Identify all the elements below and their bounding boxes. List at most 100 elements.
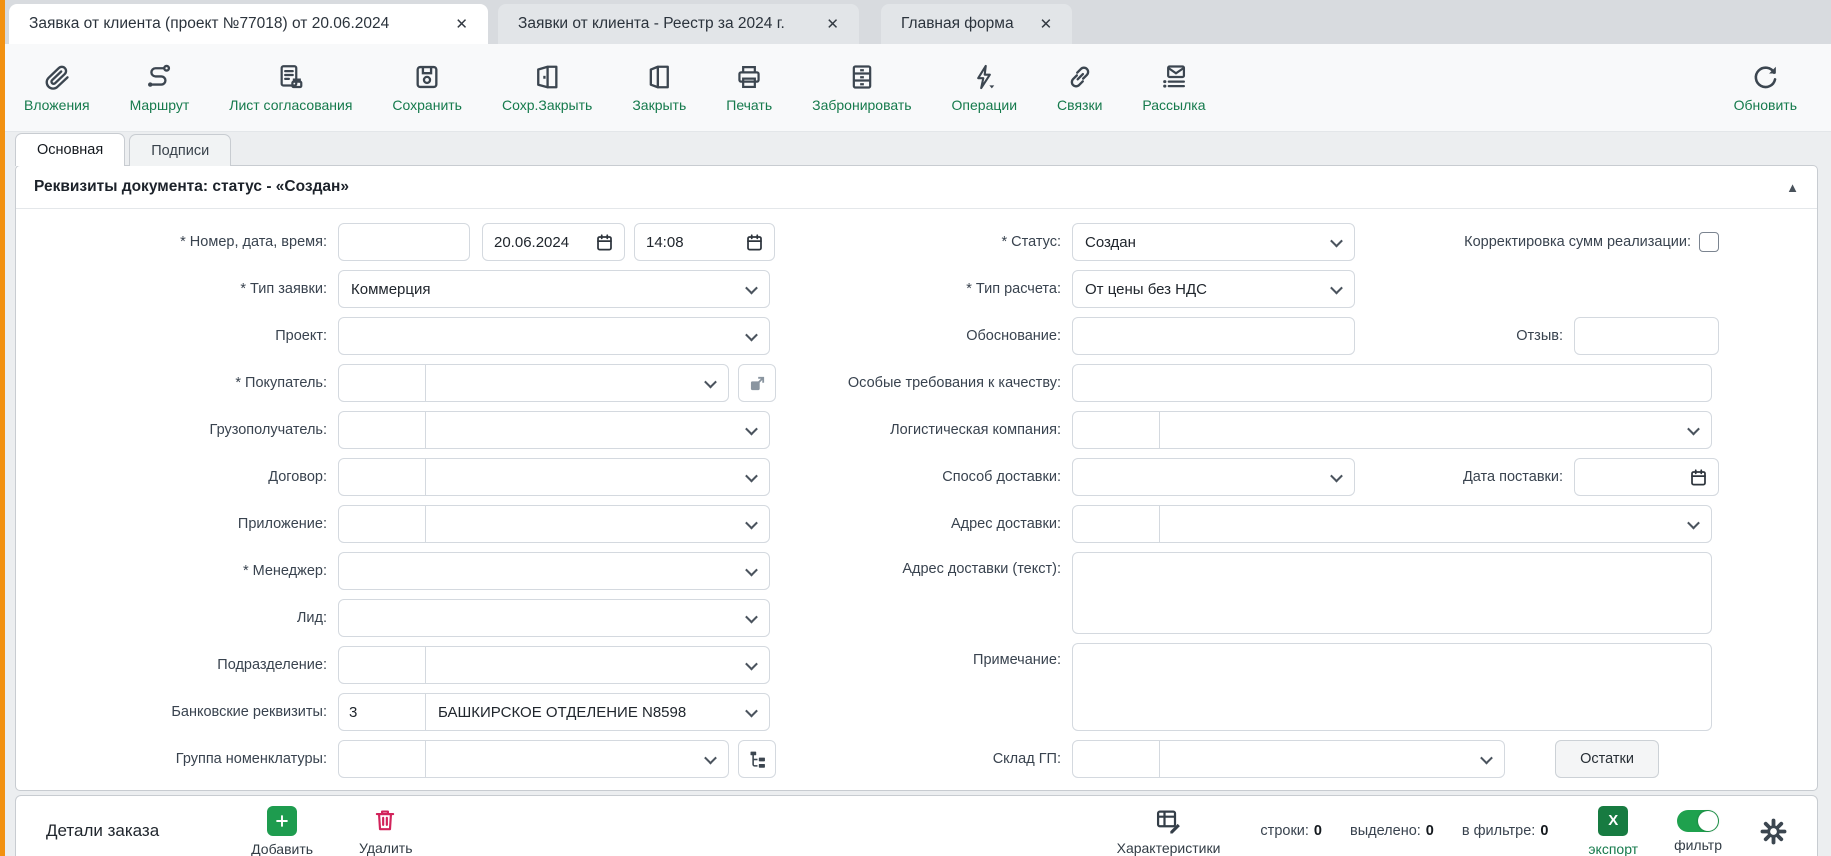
tab-main[interactable]: Основная [15, 133, 125, 166]
delete-row-button[interactable]: Удалить [359, 807, 412, 856]
close-button[interactable]: Закрыть [632, 63, 686, 113]
field-label: Банковские реквизиты: [26, 704, 338, 720]
justification-input[interactable] [1072, 317, 1355, 355]
project-dropdown[interactable] [338, 317, 770, 355]
approval-sheet-button[interactable]: Лист согласования [229, 63, 352, 113]
delivery-address-code-field[interactable] [1073, 506, 1160, 542]
field-label: Группа номенклатуры: [26, 751, 338, 767]
operations-button[interactable]: Операции [952, 63, 1018, 113]
review-input[interactable] [1574, 317, 1719, 355]
note-textarea[interactable] [1072, 643, 1712, 731]
form-column-right: * Статус: Создан Корректировка сумм реал… [828, 223, 1797, 787]
quality-requirements-input[interactable] [1072, 364, 1712, 402]
delivery-method-dropdown[interactable] [1072, 458, 1355, 496]
chevron-down-icon [1330, 469, 1343, 482]
tab-signatures[interactable]: Подписи [129, 134, 231, 166]
tab-close-icon[interactable]: ✕ [826, 15, 839, 33]
department-code-field[interactable] [339, 647, 426, 683]
plus-icon [267, 806, 297, 836]
consignee-dropdown[interactable] [426, 412, 769, 448]
nomenclature-tree-button[interactable] [738, 740, 776, 778]
document-date-picker[interactable]: 20.06.2024 [482, 223, 625, 261]
chevron-down-icon [745, 657, 758, 670]
correction-checkbox[interactable] [1699, 232, 1719, 252]
bank-details-combo: БАШКИРСКОЕ ОТДЕЛЕНИЕ N8598 [338, 693, 770, 731]
refresh-button[interactable]: Обновить [1734, 63, 1797, 113]
nomenclature-dropdown[interactable] [426, 741, 728, 777]
links-button[interactable]: Связки [1057, 63, 1102, 113]
tab-label: Заявка от клиента (проект №77018) от 20.… [29, 15, 389, 33]
requisites-form: * Номер, дата, время: 20.06.2024 14:08 *… [16, 209, 1817, 787]
buyer-dropdown[interactable] [426, 365, 728, 401]
dropdown-value: Создан [1085, 234, 1136, 251]
row-calc-type: * Тип расчета: От цены без НДС [828, 270, 1719, 308]
tab-main-form[interactable]: Главная форма ✕ [881, 4, 1072, 44]
print-button[interactable]: Печать [726, 63, 772, 113]
reserve-button[interactable]: Забронировать [812, 63, 911, 113]
tab-requests-registry[interactable]: Заявки от клиента - Реестр за 2024 г. ✕ [498, 4, 859, 44]
lead-dropdown[interactable] [338, 599, 770, 637]
row-bank-details: Банковские реквизиты: БАШКИРСКОЕ ОТДЕЛЕН… [26, 693, 828, 731]
department-dropdown[interactable] [426, 647, 769, 683]
toolbar-label: Печать [726, 97, 772, 113]
export-excel-button[interactable]: X экспорт [1588, 806, 1638, 856]
logistics-code-field[interactable] [1073, 412, 1160, 448]
attachments-button[interactable]: Вложения [24, 63, 90, 113]
consignee-code-field[interactable] [339, 412, 426, 448]
status-dropdown[interactable]: Создан [1072, 223, 1355, 261]
delivery-address-dropdown[interactable] [1160, 506, 1711, 542]
save-button[interactable]: Сохранить [392, 63, 462, 113]
delivery-date-picker[interactable] [1574, 458, 1719, 496]
document-number-input[interactable] [338, 223, 470, 261]
tab-close-icon[interactable]: ✕ [455, 15, 468, 33]
mailing-button[interactable]: Рассылка [1142, 63, 1205, 113]
toolbar-label: Операции [952, 97, 1018, 113]
warehouse-dropdown[interactable] [1160, 741, 1504, 777]
toolbar-label: Лист согласования [229, 97, 352, 113]
delivery-address-textarea[interactable] [1072, 552, 1712, 634]
chevron-down-icon [745, 281, 758, 294]
tab-request-document[interactable]: Заявка от клиента (проект №77018) от 20.… [9, 4, 488, 44]
settings-gear-button[interactable] [1760, 818, 1787, 845]
nomenclature-code-field[interactable] [339, 741, 426, 777]
bank-details-dropdown[interactable]: БАШКИРСКОЕ ОТДЕЛЕНИЕ N8598 [426, 694, 769, 730]
tab-close-icon[interactable]: ✕ [1040, 15, 1053, 33]
annex-combo [338, 505, 770, 543]
buyer-code-field[interactable] [339, 365, 426, 401]
annex-dropdown[interactable] [426, 506, 769, 542]
filter-toggle-button[interactable]: фильтр [1674, 810, 1722, 853]
door-save-icon [533, 63, 561, 91]
route-button[interactable]: Маршрут [130, 63, 190, 113]
add-row-button[interactable]: Добавить [251, 806, 313, 856]
contract-code-field[interactable] [339, 459, 426, 495]
field-label: * Менеджер: [26, 563, 338, 579]
bank-code-input[interactable] [339, 694, 426, 730]
open-buyer-card-button[interactable] [738, 364, 776, 402]
consignee-combo [338, 411, 770, 449]
document-time-picker[interactable]: 14:08 [634, 223, 775, 261]
logistics-dropdown[interactable] [1160, 412, 1711, 448]
field-label: * Номер, дата, время: [26, 234, 338, 250]
field-label: Адрес доставки (текст): [828, 552, 1072, 577]
field-label: Проект: [26, 328, 338, 344]
save-close-button[interactable]: Сохр.Закрыть [502, 63, 592, 113]
selected-count: выделено:0 [1350, 823, 1434, 839]
contract-dropdown[interactable] [426, 459, 769, 495]
toggle-on-icon[interactable] [1677, 810, 1719, 832]
remains-button[interactable]: Остатки [1555, 740, 1659, 778]
chevron-down-icon [704, 375, 717, 388]
manager-dropdown[interactable] [338, 552, 770, 590]
row-quality-requirements: Особые требования к качеству: [828, 364, 1719, 402]
collapse-arrow-icon[interactable]: ▲ [1786, 180, 1799, 195]
calc-type-dropdown[interactable]: От цены без НДС [1072, 270, 1355, 308]
row-warehouse: Склад ГП: Остатки [828, 740, 1719, 778]
gear-icon [1760, 818, 1787, 845]
field-label: Склад ГП: [828, 751, 1072, 767]
chevron-down-icon [745, 704, 758, 717]
row-number-date-time: * Номер, дата, время: 20.06.2024 14:08 [26, 223, 828, 261]
row-delivery-method-date: Способ доставки: Дата поставки: [828, 458, 1719, 496]
annex-code-field[interactable] [339, 506, 426, 542]
characteristics-button[interactable]: Характеристики [1117, 807, 1221, 856]
warehouse-code-field[interactable] [1073, 741, 1160, 777]
request-type-dropdown[interactable]: Коммерция [338, 270, 770, 308]
